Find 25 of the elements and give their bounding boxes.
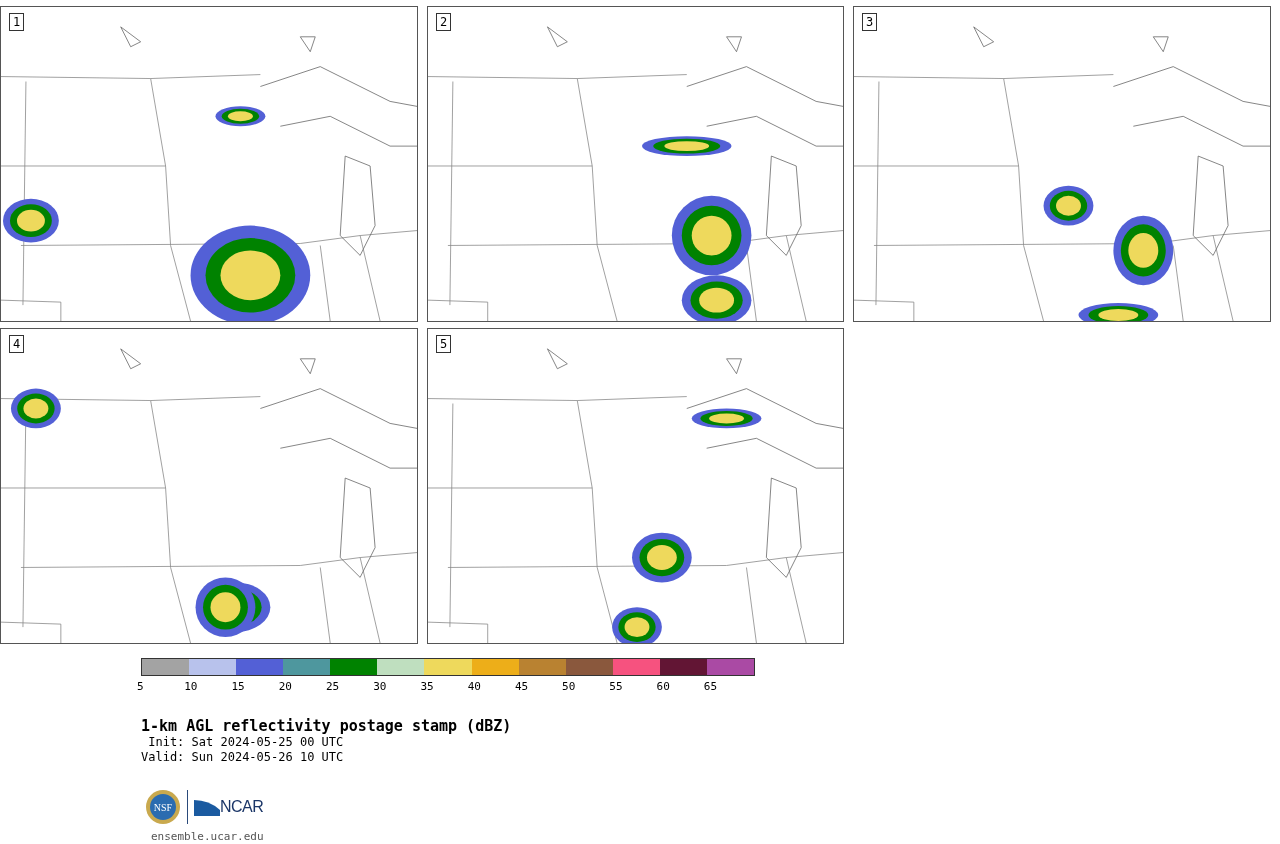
scale-label: 15 [231,680,245,693]
panel-number: 2 [436,13,452,31]
scale-label: 55 [609,680,623,693]
scale-label: 10 [184,680,198,693]
panel-number: 4 [9,335,25,353]
scale-label: 35 [420,680,434,693]
scale-label: 25 [325,680,340,693]
scale-label: 60 [656,680,670,693]
swoosh-icon [194,798,220,816]
scale-label: 20 [278,680,292,693]
scale-label: 30 [373,680,387,693]
scale-label: 40 [467,680,481,693]
panel-number: 1 [9,13,25,31]
scale-label: 5 [137,680,144,693]
website-link[interactable]: ensemble.ucar.edu [151,830,264,843]
chart-title: 1-km AGL reflectivity postage stamp (dBZ) [141,717,513,735]
ncar-logo-text: NCAR [220,798,264,816]
scale-label: 65 [703,680,718,693]
panel-number: 5 [436,335,452,353]
init-time: Init: Sat 2024-05-25 00 UTC [147,735,345,750]
valid-time: Valid: Sun 2024-05-26 10 UTC [141,750,345,765]
panel-number: 3 [862,13,878,31]
seal-logo: NSF [145,789,181,825]
scale-label: 50 [562,680,576,693]
scale-label: 45 [514,680,529,693]
